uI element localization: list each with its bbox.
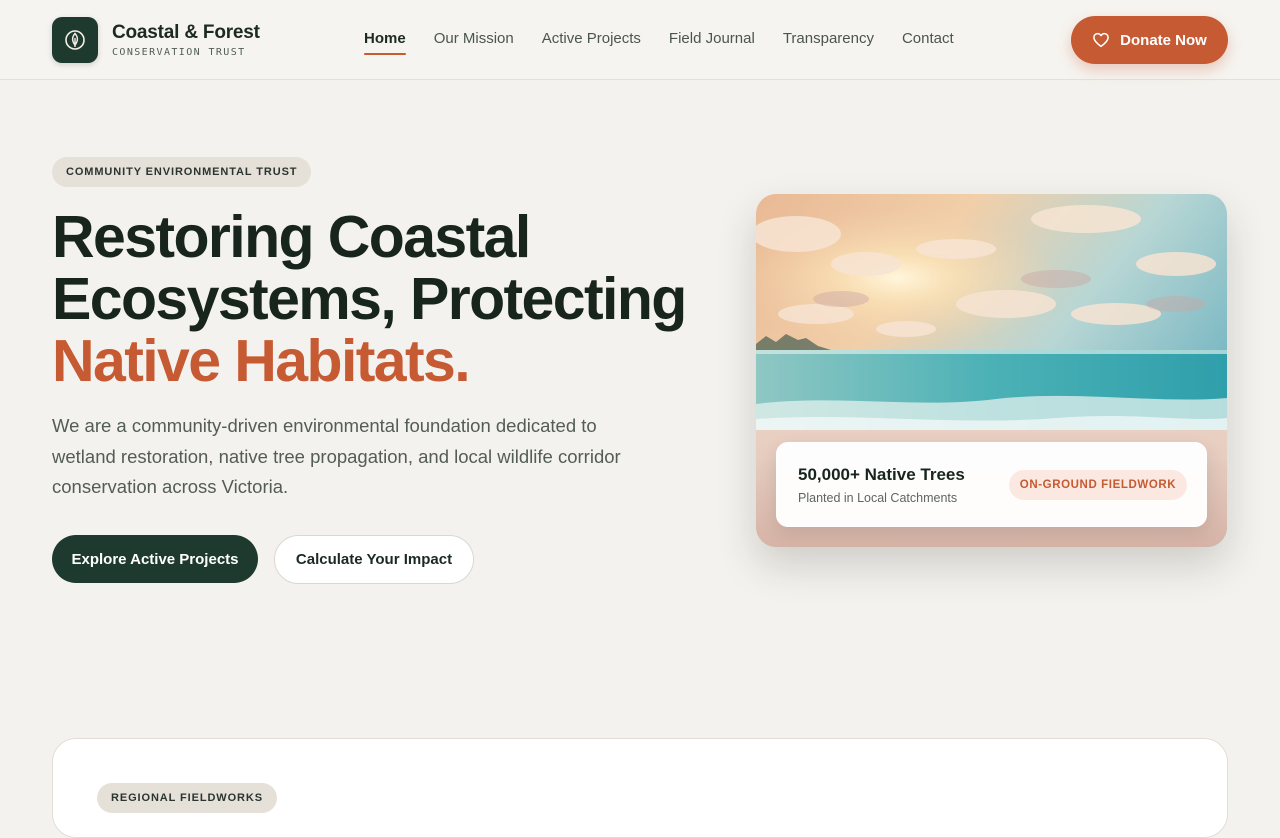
donate-label: Donate Now [1120,31,1207,49]
headline-line-1: Restoring Coastal [52,204,531,270]
main-nav: Home Our Mission Active Projects Field J… [364,30,982,55]
brand-logo[interactable]: Coastal & Forest CONSERVATION TRUST [52,17,260,63]
brand-name: Coastal & Forest [112,22,260,43]
impact-stat-card: 50,000+ Native Trees Planted in Local Ca… [776,442,1207,527]
heart-icon [1093,32,1110,48]
nav-our-mission[interactable]: Our Mission [434,30,514,53]
explore-projects-button[interactable]: Explore Active Projects [52,535,258,583]
nav-active-projects[interactable]: Active Projects [542,30,641,53]
nav-contact[interactable]: Contact [902,30,954,53]
calculate-impact-button[interactable]: Calculate Your Impact [274,535,474,584]
site-header: Coastal & Forest CONSERVATION TRUST Home… [0,0,1280,80]
stat-title: 50,000+ Native Trees [798,465,965,484]
nav-field-journal[interactable]: Field Journal [669,30,755,53]
regional-fieldworks-section: REGIONAL FIELDWORKS [52,738,1228,838]
nav-transparency[interactable]: Transparency [783,30,874,53]
fieldwork-badge: ON-GROUND FIELDWORK [1009,470,1187,500]
hero-eyebrow-badge: COMMUNITY ENVIRONMENTAL TRUST [52,157,312,187]
donate-now-button[interactable]: Donate Now [1071,16,1228,64]
brand-subtitle: CONSERVATION TRUST [112,47,246,58]
hero-headline: Restoring Coastal Ecosystems, Protecting… [52,206,732,392]
hero-image-card: 50,000+ Native Trees Planted in Local Ca… [756,194,1227,547]
headline-accent: Native Habitats. [52,328,471,394]
headline-line-2: Ecosystems, Protecting [52,266,687,332]
stat-subtitle: Planted in Local Catchments [798,491,958,505]
nav-home[interactable]: Home [364,30,406,55]
leaf-flame-icon [52,17,98,63]
section-eyebrow-badge: REGIONAL FIELDWORKS [97,783,277,813]
hero-description: We are a community-driven environmental … [52,415,621,497]
